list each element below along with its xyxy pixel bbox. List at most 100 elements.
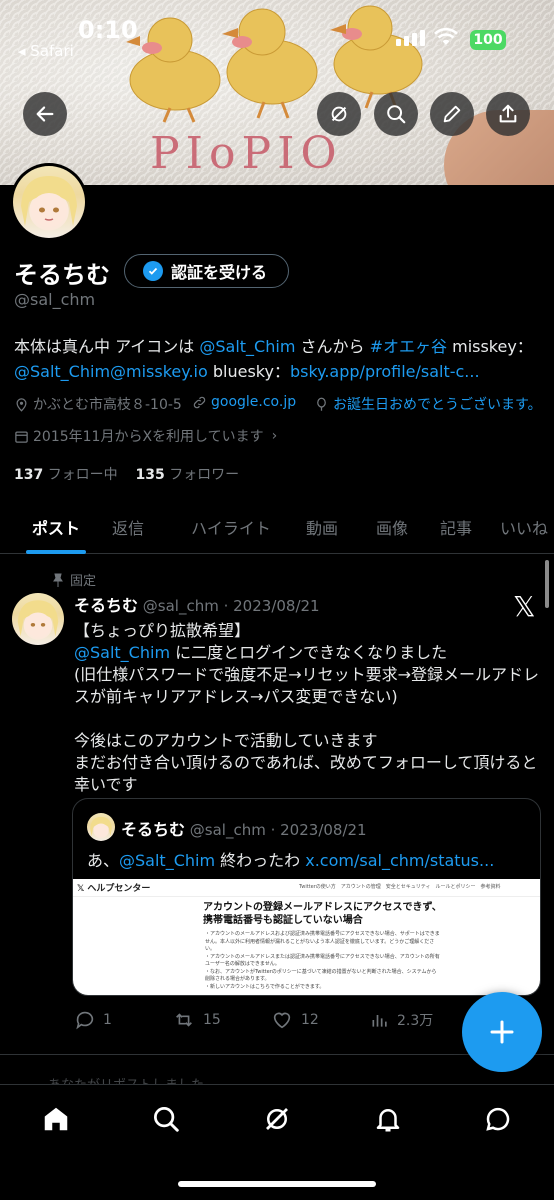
bio-text: bluesky： <box>207 362 290 381</box>
bio-text: 本体は真ん中 アイコンは <box>14 337 200 356</box>
post-text[interactable]: 【ちょっぴり拡散希望】 @Salt_Chim に二度とログインできなくなりました… <box>74 620 544 796</box>
back-arrow-icon <box>36 106 54 122</box>
post-author[interactable]: そるちむ <box>74 596 138 615</box>
bio-misskey-link[interactable]: @Salt_Chim@misskey.io <box>14 362 208 381</box>
profile-location: かぶとむ市高枝８-10-5 <box>14 394 182 414</box>
compose-button[interactable] <box>462 992 542 1072</box>
like-button[interactable]: 12 <box>270 1009 370 1031</box>
post-avatar[interactable] <box>12 593 64 645</box>
help-bullet: ・アカウントのメールアドレスまたは認証済み携帯電話番号にアクセスできない場合、ア… <box>205 953 440 968</box>
verified-badge-icon <box>143 261 163 281</box>
post-line: 今後はこのアカウントで活動していきます <box>74 731 378 750</box>
following-label: フォロー中 <box>47 467 118 483</box>
like-count: 12 <box>301 1012 319 1028</box>
cellular-signal-icon <box>396 30 425 46</box>
follow-counts: 137 フォロー中 135 フォロワー <box>14 464 239 484</box>
bio-hashtag-link[interactable]: #オエヶ谷 <box>370 337 447 356</box>
post-actions: 1 15 12 2.3万 <box>74 1008 474 1032</box>
quote-header: そるちむ @sal_chm · 2023/08/21 <box>121 816 367 840</box>
following-link[interactable]: 137 フォロー中 <box>14 467 118 483</box>
compose-plus-icon <box>490 1020 514 1044</box>
nav-home[interactable] <box>36 1099 76 1139</box>
help-bullet: ・新しいアカウントはこちらで作ることができます。 <box>205 983 325 990</box>
repost-button[interactable]: 15 <box>172 1009 270 1031</box>
quote-avatar <box>87 813 115 841</box>
calendar-icon <box>15 431 28 443</box>
search-icon <box>387 105 406 124</box>
notifications-icon <box>376 1109 400 1132</box>
tab-replies[interactable]: 返信 <box>112 500 144 554</box>
profile-joined[interactable]: 2015年11月からXを利用しています › <box>14 426 277 446</box>
pinned-label: 固定 <box>52 570 96 589</box>
tab-media[interactable]: 画像 <box>368 500 416 554</box>
reply-button[interactable]: 1 <box>74 1009 172 1031</box>
home-indicator[interactable] <box>178 1181 376 1187</box>
profile-bio: 本体は真ん中 アイコンは @Salt_Chim さんから #オエヶ谷 missk… <box>14 334 544 384</box>
bio-mention-link[interactable]: @Salt_Chim <box>199 337 295 356</box>
profile-handle: @sal_chm <box>14 290 96 309</box>
views-button[interactable]: 2.3万 <box>370 1009 433 1031</box>
back-button[interactable] <box>23 92 67 136</box>
profile-tabs: ポスト 返信 ハイライト 動画 画像 記事 いいね <box>0 500 554 554</box>
birthday-text[interactable]: お誕生日おめでとうございます。 <box>333 394 542 414</box>
tab-posts[interactable]: ポスト <box>0 500 112 554</box>
back-to-safari-link[interactable]: ◂ Safari <box>18 42 74 60</box>
nav-explore[interactable] <box>146 1099 186 1139</box>
quote-text-part: あ、 <box>87 851 120 870</box>
search-button[interactable] <box>374 92 418 136</box>
quote-url-link[interactable]: x.com/sal_chm/status... <box>305 851 494 870</box>
quote-text-part: 終わったわ <box>215 851 306 870</box>
edit-icon <box>443 105 461 123</box>
website-link[interactable]: google.co.jp <box>211 394 296 410</box>
share-icon <box>499 104 517 123</box>
following-count: 137 <box>14 467 44 483</box>
repost-count: 15 <box>203 1012 221 1028</box>
get-verified-button[interactable]: 認証を受ける <box>124 254 289 288</box>
followers-link[interactable]: 135 フォロワー <box>136 467 240 483</box>
grok-nav-icon <box>266 1108 288 1130</box>
quote-author: そるちむ <box>121 820 186 839</box>
post-line: まだお付き合い頂けるのであれば、改めてフォローして頂けると幸いです <box>74 753 538 794</box>
tab-likes[interactable]: いいね <box>498 500 550 554</box>
battery-indicator: 100 <box>470 30 506 50</box>
tab-videos[interactable]: 動画 <box>298 500 346 554</box>
profile-website[interactable]: google.co.jp <box>192 394 296 410</box>
views-icon <box>372 1015 387 1027</box>
bio-bluesky-link[interactable]: bsky.app/profile/salt-c... <box>290 362 480 381</box>
like-icon <box>273 1012 291 1029</box>
quote-mention-link[interactable]: @Salt_Chim <box>119 851 215 870</box>
pin-icon <box>53 573 63 587</box>
nav-notifications[interactable] <box>368 1099 408 1139</box>
nav-grok[interactable] <box>257 1099 297 1139</box>
chevron-right-icon: › <box>271 428 278 444</box>
nav-messages[interactable] <box>478 1099 518 1139</box>
quote-image[interactable]: 𝕏 ヘルプセンター Twitterの使い方 アカウントの管理 安全とセキュリティ… <box>73 879 540 995</box>
bio-text: さんから <box>295 337 370 356</box>
scrollbar[interactable] <box>545 560 549 608</box>
tab-highlights[interactable]: ハイライト <box>172 500 290 554</box>
post-handle-date: @sal_chm · 2023/08/21 <box>142 597 320 615</box>
profile-birthday[interactable]: お誕生日おめでとうございます。 <box>314 394 542 414</box>
tab-articles[interactable]: 記事 <box>432 500 480 554</box>
followers-count: 135 <box>135 467 165 483</box>
quoted-post[interactable]: そるちむ @sal_chm · 2023/08/21 あ、@Salt_Chim … <box>72 798 541 996</box>
help-center-title: アカウントの登録メールアドレスにアクセスできず、携帯電話番号も認証していない場合 <box>203 902 442 926</box>
link-icon <box>193 396 206 408</box>
grok-button[interactable] <box>317 92 361 136</box>
followers-label: フォロワー <box>169 467 240 483</box>
pinned-text: 固定 <box>70 574 97 589</box>
post-mention-link[interactable]: @Salt_Chim <box>74 643 170 662</box>
balloon-icon <box>317 397 326 411</box>
status-time: 0:10 <box>78 16 138 44</box>
share-button[interactable] <box>486 92 530 136</box>
profile-avatar[interactable] <box>10 163 88 241</box>
get-verified-label: 認証を受ける <box>171 263 268 282</box>
bio-text: misskey： <box>447 337 533 356</box>
edit-profile-button[interactable] <box>430 92 474 136</box>
post-line: (旧仕様パスワードで強度不足→リセット要求→登録メールアドレスが前キャリアアドレ… <box>74 665 540 706</box>
post-header: そるちむ @sal_chm · 2023/08/21 <box>74 592 320 616</box>
location-text: かぶとむ市高枝８-10-5 <box>33 397 182 413</box>
x-logo-icon: 𝕏 <box>513 590 536 623</box>
post-line: に二度とログインできなくなりました <box>170 643 448 662</box>
help-center-body: ・アカウントのメールアドレスおよび認証済み携帯電話番号にアクセスできない場合、サ… <box>205 931 440 991</box>
